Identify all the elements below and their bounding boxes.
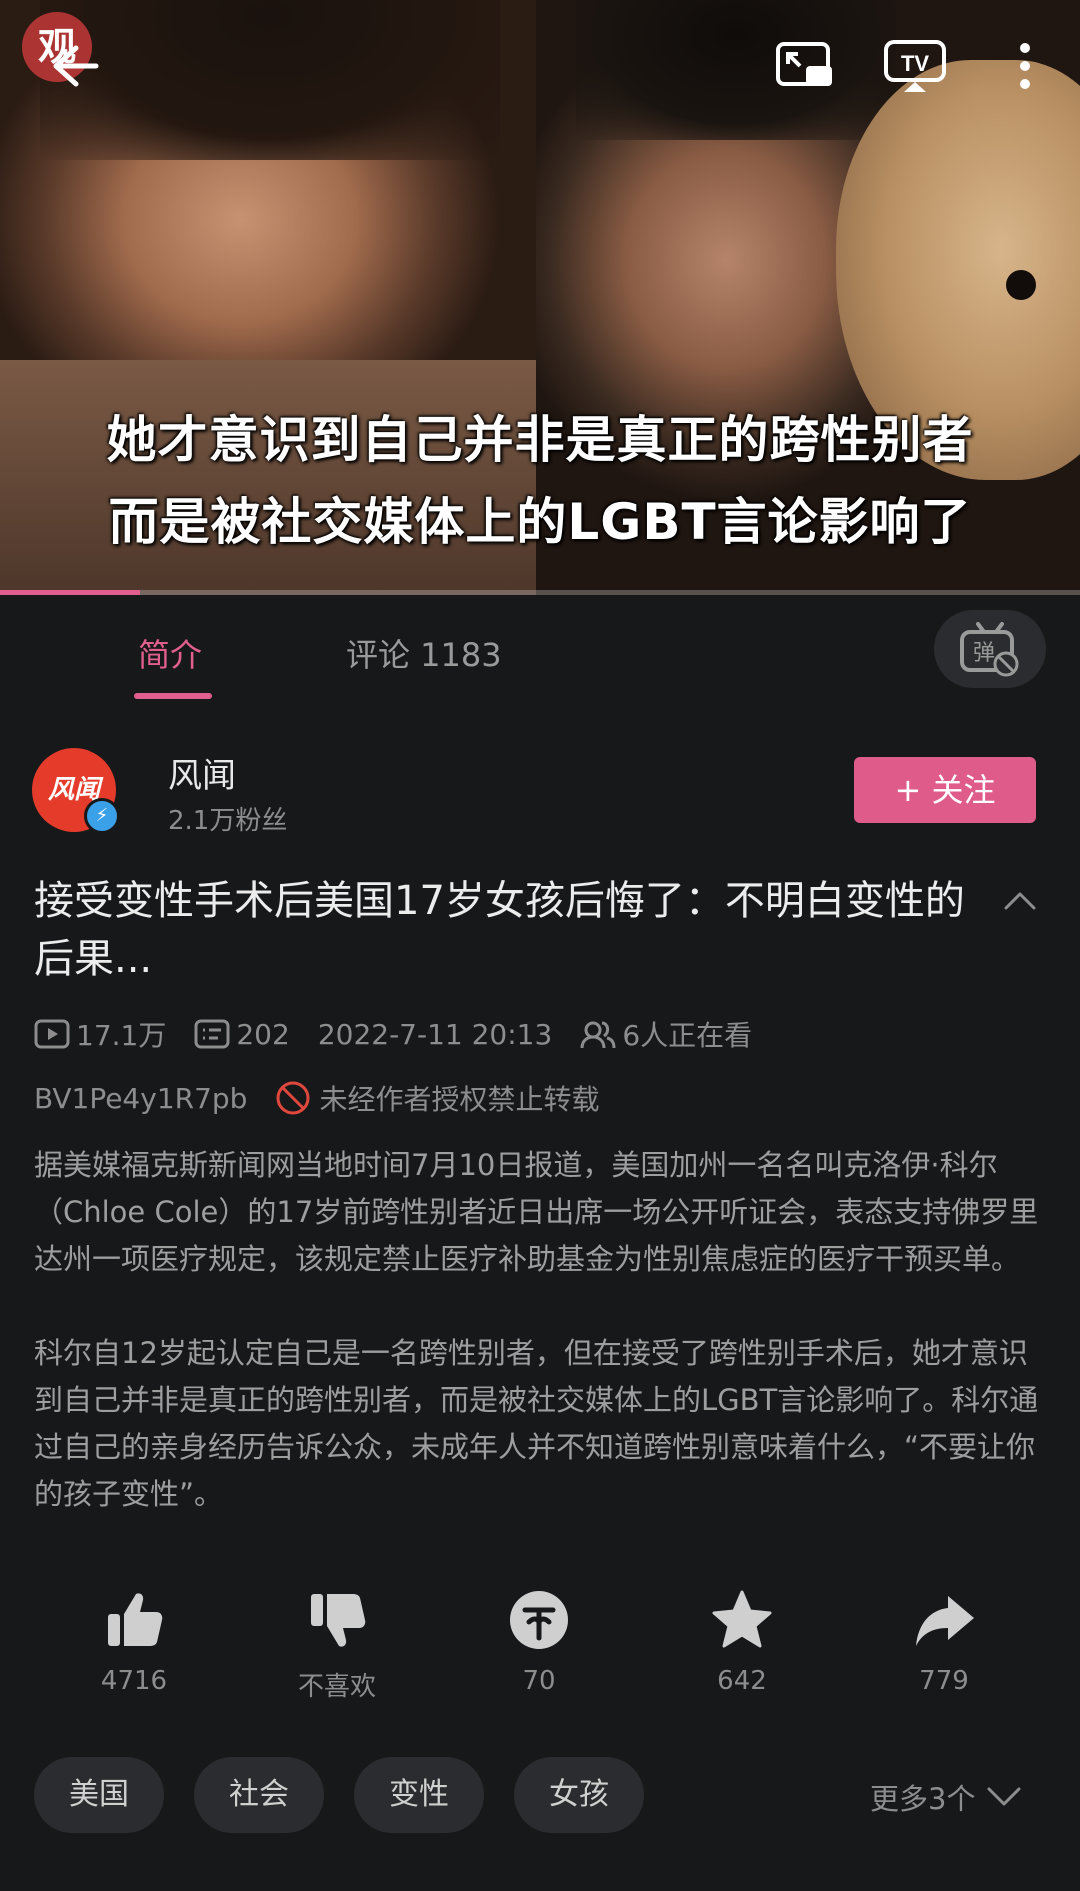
description-paragraph-2: 科尔自12岁起认定自己是一名跨性别者，但在接受了跨性别手术后，她才意识到自己并非… bbox=[34, 1336, 1039, 1511]
subtitle-line-2: 而是被社交媒体上的LGBT言论影响了 bbox=[108, 493, 972, 551]
chevron-up-icon[interactable] bbox=[1000, 882, 1040, 922]
verified-badge-icon: ⚡ bbox=[84, 798, 120, 834]
video-title: 接受变性手术后美国17岁女孩后悔了：不明白变性的后果... bbox=[34, 878, 965, 982]
favorite-count: 642 bbox=[717, 1666, 767, 1696]
more-tags-label: 更多3个 bbox=[870, 1782, 976, 1816]
dislike-label: 不喜欢 bbox=[297, 1672, 376, 1702]
tab-active-indicator bbox=[134, 693, 212, 699]
video-player[interactable]: 观 TV 她才意识到自己并非是真正的跨性别者 而是被社交媒体上的LGBT言论影响… bbox=[0, 0, 1080, 595]
coin-count: 70 bbox=[522, 1666, 556, 1696]
share-button[interactable]: 779 bbox=[874, 1588, 1014, 1696]
more-vertical-icon bbox=[1020, 43, 1030, 89]
tv-cast-button[interactable]: TV bbox=[882, 36, 948, 96]
uploader-fans: 2.1万粉丝 bbox=[168, 806, 288, 836]
thumbs-up-icon bbox=[108, 1593, 163, 1646]
more-tags-button[interactable]: 更多3个 bbox=[870, 1776, 1023, 1818]
svg-text:TV: TV bbox=[901, 51, 929, 76]
tab-bar: 简介 评论 1183 bbox=[0, 595, 1080, 705]
thumbs-down-icon bbox=[311, 1594, 366, 1647]
share-arrow-icon bbox=[916, 1596, 974, 1646]
repost-notice: 未经作者授权禁止转载 bbox=[319, 1083, 600, 1116]
picture-in-picture-icon bbox=[776, 42, 832, 86]
video-id-row: BV1Pe4y1R7pb 未经作者授权禁止转载 bbox=[34, 1078, 599, 1118]
follow-button[interactable]: + 关注 bbox=[854, 757, 1036, 823]
tag-chip[interactable]: 社会 bbox=[194, 1757, 324, 1833]
svg-text:弹: 弹 bbox=[973, 641, 995, 666]
star-icon bbox=[712, 1590, 772, 1648]
watching-count: 6人正在看 bbox=[622, 1019, 753, 1052]
play-count-icon bbox=[34, 1019, 70, 1049]
danmaku-count-icon bbox=[194, 1019, 230, 1049]
dislike-button[interactable]: 不喜欢 bbox=[267, 1588, 407, 1703]
tab-comments[interactable]: 评论 1183 bbox=[346, 630, 502, 676]
video-stats: 17.1万 202 2022-7-11 20:13 6人正在看 bbox=[34, 1014, 780, 1054]
description-paragraph-1: 据美媒福克斯新闻网当地时间7月10日报道，美国加州一名名叫克洛伊·科尔（Chlo… bbox=[34, 1148, 1039, 1276]
favorite-button[interactable]: 642 bbox=[672, 1588, 812, 1696]
like-count: 4716 bbox=[100, 1666, 168, 1696]
coin-icon bbox=[510, 1591, 568, 1649]
bvid: BV1Pe4y1R7pb bbox=[34, 1081, 248, 1115]
watching-users-icon bbox=[580, 1021, 616, 1049]
tv-cast-icon: TV bbox=[884, 40, 946, 92]
chevron-down-icon bbox=[987, 1787, 1021, 1806]
danmaku-count: 202 bbox=[236, 1017, 290, 1051]
picture-in-picture-button[interactable] bbox=[772, 36, 838, 96]
subtitle-line-1: 她才意识到自己并非是真正的跨性别者 bbox=[106, 411, 974, 469]
view-count: 17.1万 bbox=[76, 1019, 167, 1052]
tag-chip[interactable]: 女孩 bbox=[514, 1757, 644, 1833]
arrow-left-icon bbox=[53, 45, 99, 87]
coin-button[interactable]: 70 bbox=[469, 1588, 609, 1696]
danmaku-off-icon: 弹 bbox=[960, 622, 1019, 677]
tag-chip[interactable]: 美国 bbox=[34, 1757, 164, 1833]
publish-date: 2022-7-11 20:13 bbox=[317, 1017, 553, 1051]
tag-chip[interactable]: 变性 bbox=[354, 1757, 484, 1833]
like-button[interactable]: 4716 bbox=[64, 1588, 204, 1696]
more-button[interactable] bbox=[1000, 36, 1050, 96]
uploader-name[interactable]: 风闻 bbox=[168, 748, 236, 797]
back-button[interactable] bbox=[40, 36, 106, 96]
danmaku-toggle-button[interactable]: 弹 bbox=[934, 610, 1046, 688]
tab-intro[interactable]: 简介 bbox=[138, 630, 202, 676]
video-description: 据美媒福克斯新闻网当地时间7月10日报道，美国加州一名名叫克洛伊·科尔（Chlo… bbox=[34, 1142, 1046, 1565]
share-count: 779 bbox=[919, 1666, 969, 1696]
no-repost-icon bbox=[276, 1081, 310, 1115]
